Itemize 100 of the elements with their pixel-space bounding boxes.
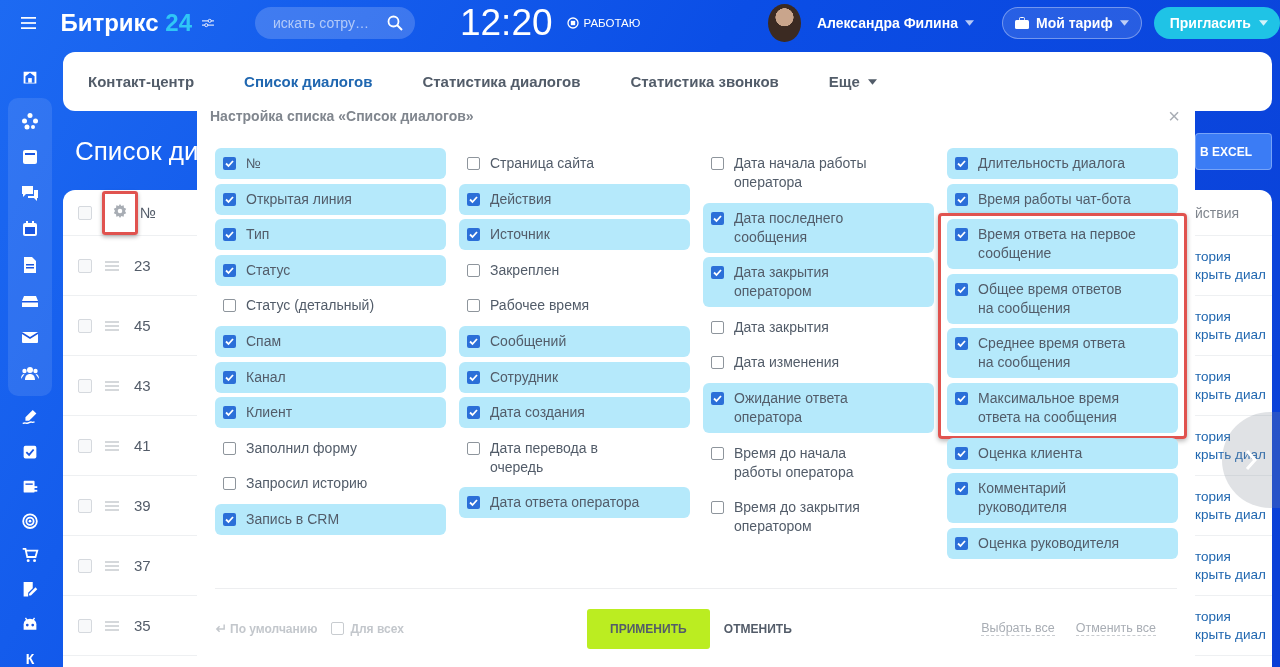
drag-handle-icon[interactable] [105,380,119,391]
column-option[interactable]: Дата создания [459,397,690,429]
tab[interactable]: Список диалогов [244,73,373,90]
checkbox[interactable] [955,337,968,351]
checkbox[interactable] [223,192,236,206]
target-icon[interactable] [21,512,39,529]
column-option[interactable]: Время до начала работы оператора [703,437,934,488]
checkbox[interactable] [955,192,968,206]
checkbox[interactable] [955,228,968,242]
action-link[interactable]: крыть диал [1195,565,1272,584]
column-option[interactable]: Оценка клиента [947,437,1178,469]
action-link[interactable]: тория [1195,607,1272,626]
checkbox[interactable] [711,157,724,170]
column-option[interactable]: Оценка руководителя [947,527,1178,559]
document-icon[interactable] [21,256,39,275]
column-option[interactable]: Комментарий руководителя [947,473,1178,524]
search-icon[interactable] [386,14,403,31]
column-option[interactable]: Дата начала работы оператора [703,148,934,198]
checkbox[interactable] [711,266,724,280]
checkbox[interactable] [955,482,968,496]
checkbox[interactable] [467,263,480,277]
checkbox[interactable] [223,157,236,170]
column-option[interactable]: Дата перевода в очередь [459,432,690,483]
circles-icon[interactable] [21,112,39,131]
checkbox[interactable] [467,496,480,510]
action-link[interactable]: тория [1195,547,1272,566]
column-option[interactable]: Дата закрытия оператором [703,257,934,308]
column-option[interactable]: Ожидание ответа оператора [703,382,934,433]
column-option[interactable]: Канал [215,361,446,393]
plan-button[interactable]: Мой тариф [1001,6,1142,39]
checkbox[interactable] [955,282,968,296]
tab[interactable]: Статистика звонков [630,73,779,90]
checkbox[interactable] [467,192,480,206]
calendar-icon[interactable] [21,220,39,239]
checkbox[interactable] [711,211,724,225]
checkbox[interactable] [711,320,724,334]
column-option[interactable]: Запись в CRM [215,503,446,535]
column-option[interactable]: Статус [215,254,446,286]
column-option[interactable]: Действия [459,183,690,215]
column-option[interactable]: Открытая линия [215,183,446,215]
column-header[interactable]: йствия [1195,203,1272,222]
checkbox[interactable] [223,406,236,420]
column-option[interactable]: Максимальное время ответа на сообщения [947,382,1178,433]
checkbox[interactable] [955,446,968,460]
action-link[interactable]: крыть диал [1195,265,1272,284]
column-option[interactable]: Клиент [215,397,446,429]
planner-icon[interactable] [21,478,39,495]
column-option[interactable]: Рабочее время [459,290,690,322]
drag-handle-icon[interactable] [105,620,119,631]
drag-handle-icon[interactable] [105,500,119,511]
column-option[interactable]: Время до закрытия оператором [703,492,934,543]
robot-icon[interactable] [21,615,39,632]
column-option[interactable]: Общее время ответов на сообщения [947,273,1178,324]
home-icon[interactable] [21,69,39,86]
action-link[interactable]: крыть диал [1195,325,1272,344]
work-status[interactable]: РАБОТАЮ [583,16,641,29]
checkbox[interactable] [955,536,968,550]
column-option[interactable]: Дата ответа оператора [459,487,690,519]
checkbox[interactable] [467,157,480,170]
cart-icon[interactable] [21,546,39,564]
checkbox[interactable] [223,370,236,384]
cancel-button[interactable]: ОТМЕНИТЬ [723,621,792,636]
pen-icon[interactable] [21,409,39,426]
user-menu[interactable]: Александра Филина [816,14,974,31]
column-option[interactable]: Закреплен [459,254,690,286]
checkbox[interactable] [711,356,724,370]
column-option[interactable]: Среднее время ответа на сообщения [947,328,1178,379]
checkbox[interactable] [467,299,480,313]
export-button[interactable]: В EXCEL [1195,133,1272,170]
tab[interactable]: Контакт-центр [88,73,195,90]
sidebar-label[interactable]: К [25,651,35,667]
checkbox[interactable] [955,391,968,405]
column-option[interactable]: Заполнил форму [215,432,446,464]
action-link[interactable]: тория [1195,247,1272,266]
checkbox[interactable] [467,406,480,420]
drag-handle-icon[interactable] [105,440,119,451]
checkbox[interactable] [467,370,480,384]
column-option[interactable]: № [215,148,446,179]
logo[interactable]: Битрикс 24 [60,8,192,37]
chat-icon[interactable] [21,184,39,203]
apply-button[interactable]: ПРИМЕНИТЬ [586,608,710,649]
checkbox[interactable] [955,157,968,170]
avatar[interactable] [768,3,801,42]
column-option[interactable]: Запросил историю [215,468,446,500]
action-link[interactable]: тория [1195,487,1272,506]
task-icon[interactable] [21,443,39,461]
checkbox[interactable] [711,391,724,405]
action-link[interactable]: тория [1195,307,1272,326]
edit-icon[interactable] [21,581,39,598]
action-link[interactable]: крыть диал [1195,505,1272,524]
action-link[interactable]: крыть диал [1195,385,1272,404]
column-option[interactable]: Время работы чат-бота [947,183,1178,215]
action-link[interactable]: тория [1195,427,1272,446]
sliders-icon[interactable] [202,17,214,28]
action-link[interactable]: тория [1195,367,1272,386]
checkbox[interactable] [467,228,480,242]
checkbox[interactable] [223,263,236,277]
column-option[interactable]: Дата изменения [703,347,934,379]
checkbox[interactable] [223,299,236,313]
column-option[interactable]: Источник [459,219,690,251]
